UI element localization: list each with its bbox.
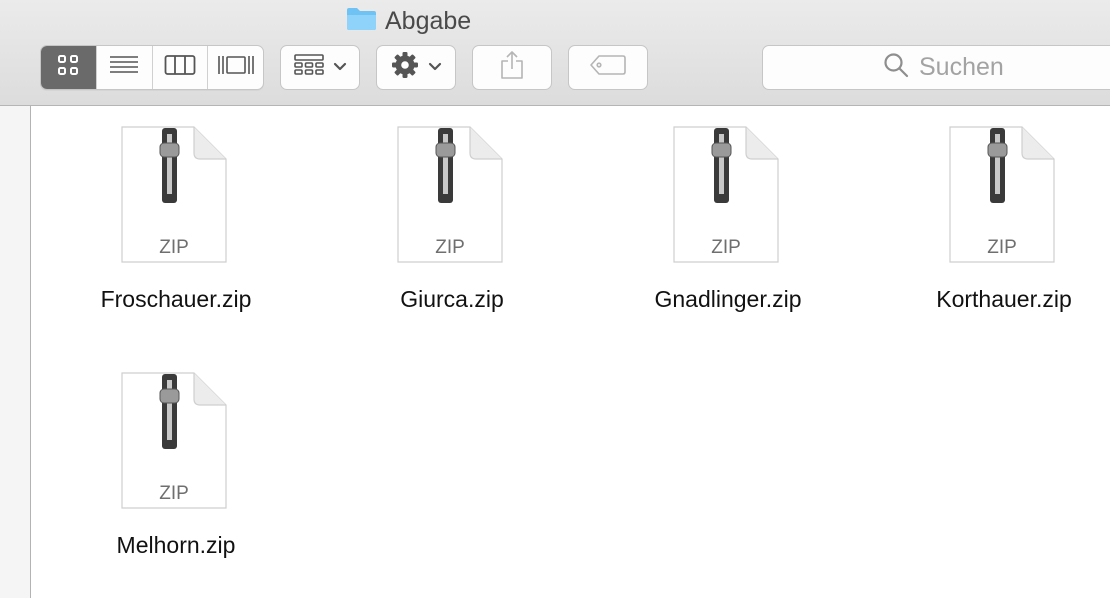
- finder-toolbar: Abgabe Suchen: [0, 0, 1110, 106]
- arrange-button[interactable]: [280, 45, 360, 90]
- file-type-label: ZIP: [711, 237, 741, 258]
- search-field[interactable]: Suchen: [762, 45, 1110, 90]
- list-view-button[interactable]: [97, 46, 153, 89]
- search-icon: [883, 52, 909, 83]
- tag-button[interactable]: [568, 45, 648, 90]
- zip-file-icon: ZIP: [121, 126, 227, 263]
- gear-icon: [391, 51, 419, 84]
- zip-file-icon: ZIP: [121, 372, 227, 509]
- file-name: Melhorn.zip: [116, 532, 236, 558]
- zip-file-icon: ZIP: [397, 126, 503, 263]
- folder-icon: [346, 7, 377, 36]
- chevron-down-icon: [428, 59, 442, 77]
- tag-icon: [589, 54, 627, 81]
- zip-file-icon: ZIP: [949, 126, 1055, 263]
- window-title: Abgabe: [346, 4, 471, 38]
- file-name: Korthauer.zip: [936, 286, 1072, 312]
- cover-flow-icon: [217, 54, 255, 81]
- view-mode-control: [40, 45, 264, 90]
- grid-icon: [57, 54, 79, 81]
- share-button[interactable]: [472, 45, 552, 90]
- action-button[interactable]: [376, 45, 456, 90]
- chevron-down-icon: [333, 59, 347, 77]
- window-title-text: Abgabe: [385, 6, 472, 35]
- arrange-grid-icon: [293, 54, 324, 81]
- search-placeholder: Suchen: [919, 53, 1004, 81]
- file-type-label: ZIP: [159, 237, 189, 258]
- sidebar-edge[interactable]: [0, 106, 31, 598]
- icon-view-button[interactable]: [41, 46, 97, 89]
- cover-flow-view-button[interactable]: [208, 46, 263, 89]
- search-field-content: Suchen: [883, 46, 1004, 89]
- share-icon: [500, 50, 524, 85]
- file-type-label: ZIP: [435, 237, 465, 258]
- column-view-button[interactable]: [153, 46, 209, 89]
- file-name: Giurca.zip: [400, 286, 504, 312]
- file-name: Gnadlinger.zip: [654, 286, 802, 312]
- zip-file-icon: ZIP: [673, 126, 779, 263]
- list-icon: [109, 54, 139, 81]
- file-type-label: ZIP: [159, 483, 189, 504]
- file-type-label: ZIP: [987, 237, 1017, 258]
- columns-icon: [164, 54, 196, 81]
- file-name: Froschauer.zip: [100, 286, 252, 312]
